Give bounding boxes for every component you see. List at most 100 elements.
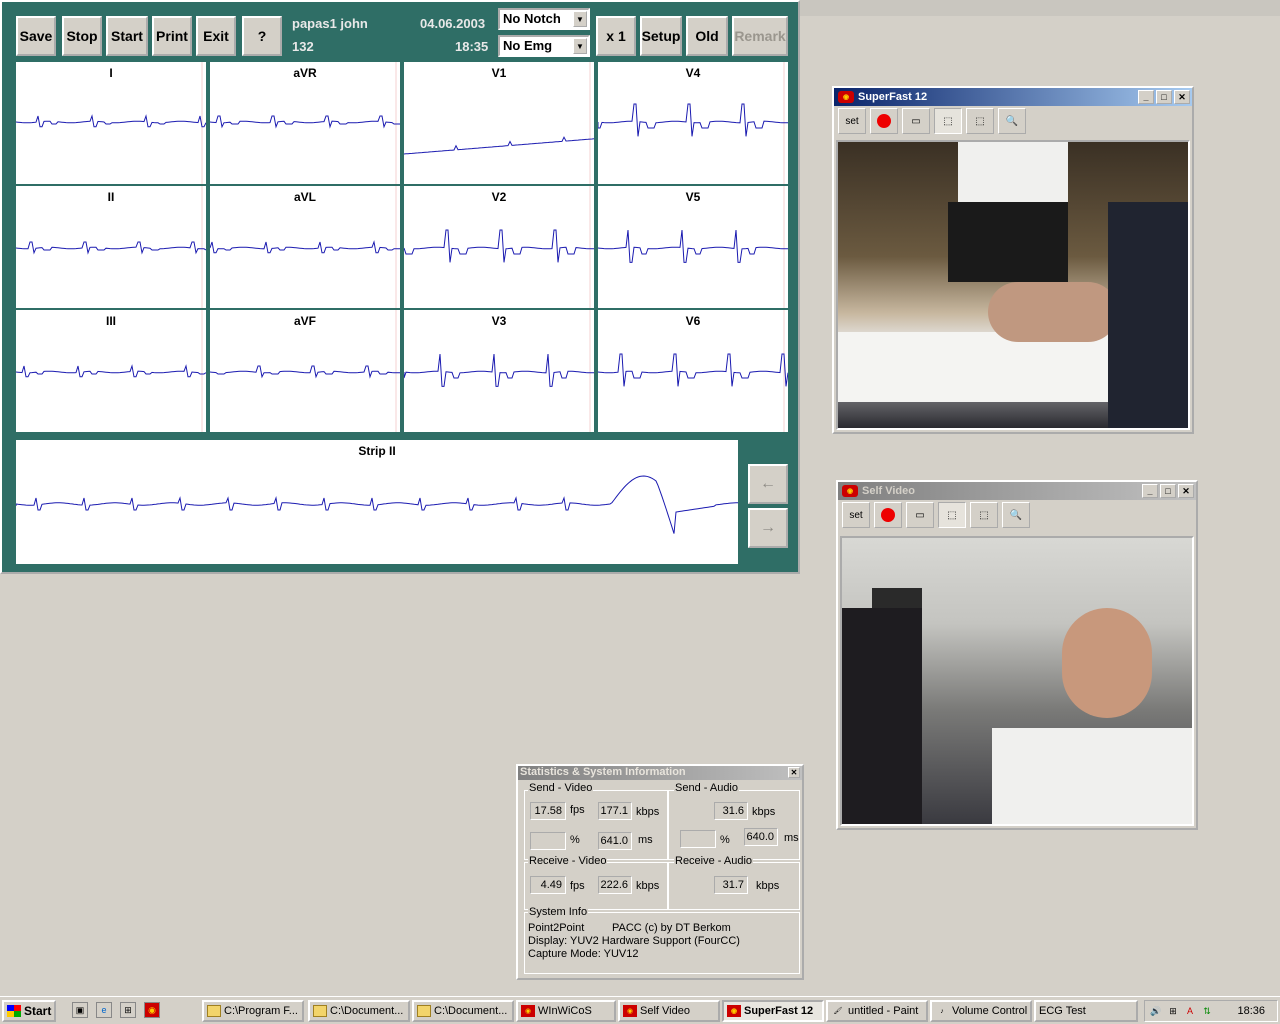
close-icon[interactable]: ✕ <box>1178 484 1194 498</box>
video-patient-head <box>988 282 1118 342</box>
taskbar-button[interactable]: C:\Document... <box>412 1000 514 1022</box>
zoom-out-button[interactable]: ⬚ <box>966 108 994 134</box>
lead-panel-avf: aVF <box>210 310 400 432</box>
chevron-down-icon[interactable]: ▼ <box>573 38 587 54</box>
close-icon[interactable]: ✕ <box>1174 90 1190 104</box>
app-icon[interactable]: ◉ <box>144 1002 160 1018</box>
exit-button[interactable]: Exit <box>196 16 236 56</box>
send-audio-kbps: 31.6 <box>714 802 748 820</box>
network-icon[interactable]: ⊞ <box>120 1002 136 1018</box>
send-audio-label: Send - Audio <box>674 782 739 794</box>
app-icon: ◉ <box>623 1005 637 1017</box>
save-button[interactable]: Save <box>16 16 56 56</box>
video-toolbar: set ▭ ⬚ ⬚ 🔍 <box>834 106 1192 136</box>
gain-button[interactable]: x 1 <box>596 16 636 56</box>
kbps-unit: kbps <box>636 806 660 818</box>
receive-video-kbps: 222.6 <box>598 876 632 894</box>
lead-trace <box>210 186 400 308</box>
actual-size-button[interactable]: 🔍 <box>1002 502 1030 528</box>
zoom-in-button[interactable]: ⬚ <box>938 502 966 528</box>
statistics-titlebar[interactable]: Statistics & System Information ✕ <box>518 766 802 780</box>
notch-filter-select[interactable]: No Notch ▼ <box>498 8 590 30</box>
receive-video-label: Receive - Video <box>528 855 608 867</box>
taskbar: Start ▣ e ⊞ ◉ C:\Program F... C:\Document… <box>0 996 1280 1024</box>
desktop-icon[interactable]: ▣ <box>72 1002 88 1018</box>
notch-value: No Notch <box>503 11 561 26</box>
record-icon <box>877 114 891 128</box>
taskbar-button-label: untitled - Paint <box>848 1005 919 1017</box>
taskbar-button[interactable]: C:\Document... <box>308 1000 410 1022</box>
settings-button[interactable]: set <box>842 502 870 528</box>
send-video-loss <box>530 832 566 850</box>
maximize-icon[interactable]: □ <box>1156 90 1172 104</box>
zoom-out-frame-icon: ⬚ <box>979 509 989 521</box>
settings-button[interactable]: set <box>838 108 866 134</box>
close-icon[interactable]: ✕ <box>788 767 800 778</box>
lead-panel-v6: V6 <box>598 310 788 432</box>
send-video-delay: 641.0 <box>598 832 632 850</box>
emg-filter-select[interactable]: No Emg ▼ <box>498 35 590 57</box>
taskbar-button-label: Self Video <box>640 1005 690 1017</box>
internet-explorer-icon[interactable]: e <box>96 1002 112 1018</box>
acrobat-icon[interactable]: A <box>1183 1004 1197 1018</box>
lead-panel-avr: aVR <box>210 62 400 184</box>
start-button[interactable]: Start <box>106 16 148 56</box>
fps-unit: fps <box>570 804 585 816</box>
start-button[interactable]: Start <box>2 1000 56 1022</box>
window-button[interactable]: ▭ <box>902 108 930 134</box>
remote-video-feed <box>836 140 1190 430</box>
taskbar-button[interactable]: ◉ SuperFast 12 <box>722 1000 824 1022</box>
emg-value: No Emg <box>503 38 553 53</box>
zoom-out-button[interactable]: ⬚ <box>970 502 998 528</box>
setup-button[interactable]: Setup <box>640 16 682 56</box>
rhythm-strip: Strip II <box>16 440 738 564</box>
taskbar-button-label: Volume Control <box>952 1005 1028 1017</box>
desktop-background <box>800 0 1280 16</box>
sync-icon[interactable]: ⇅ <box>1200 1004 1214 1018</box>
previous-arrow-button[interactable]: ← <box>748 464 788 504</box>
taskbar-button[interactable]: ♪ Volume Control <box>930 1000 1032 1022</box>
maximize-icon[interactable]: □ <box>1160 484 1176 498</box>
network-status-icon[interactable]: ⊞ <box>1166 1004 1180 1018</box>
minimize-icon[interactable]: _ <box>1142 484 1158 498</box>
zoom-in-button[interactable]: ⬚ <box>934 108 962 134</box>
taskbar-button-label: SuperFast 12 <box>744 1005 814 1017</box>
magnifier-icon: 🔍 <box>1009 509 1023 521</box>
old-button[interactable]: Old <box>686 16 728 56</box>
stop-button[interactable]: Stop <box>62 16 102 56</box>
help-button[interactable]: ? <box>242 16 282 56</box>
self-video-titlebar[interactable]: ◉ Self Video _ □ ✕ <box>838 482 1196 500</box>
minimize-icon[interactable]: _ <box>1138 90 1154 104</box>
window-icon: ▭ <box>915 509 925 521</box>
superfast-titlebar[interactable]: ◉ SuperFast 12 _ □ ✕ <box>834 88 1192 106</box>
next-arrow-button[interactable]: → <box>748 508 788 548</box>
record-button[interactable] <box>874 502 902 528</box>
lead-panel-v1: V1 <box>404 62 594 184</box>
system-info-label: System Info <box>528 906 589 918</box>
folder-icon <box>207 1005 221 1017</box>
connection-mode: Point2Point <box>528 922 585 934</box>
send-video-kbps: 177.1 <box>598 802 632 820</box>
system-tray: 🔊 ⊞ A ⇅ 18:36 <box>1144 1000 1278 1022</box>
taskbar-button-label: ECG Test <box>1039 1005 1086 1017</box>
taskbar-button[interactable]: ◉ Self Video <box>618 1000 720 1022</box>
taskbar-button[interactable]: C:\Program F... <box>202 1000 304 1022</box>
actual-size-button[interactable]: 🔍 <box>998 108 1026 134</box>
taskbar-button[interactable]: ◉ WInWiCoS <box>516 1000 616 1022</box>
record-button[interactable] <box>870 108 898 134</box>
taskbar-button[interactable]: ECG Test <box>1034 1000 1138 1022</box>
folder-icon <box>313 1005 327 1017</box>
taskbar-button[interactable]: 🖌 untitled - Paint <box>826 1000 928 1022</box>
zoom-in-frame-icon: ⬚ <box>943 115 953 127</box>
zoom-in-frame-icon: ⬚ <box>947 509 957 521</box>
strip-label: Strip II <box>358 444 396 458</box>
record-icon <box>881 508 895 522</box>
print-button[interactable]: Print <box>152 16 192 56</box>
speaker-icon[interactable]: 🔊 <box>1149 1004 1163 1018</box>
remark-button[interactable]: Remark <box>732 16 788 56</box>
volume-icon: ♪ <box>940 1007 944 1015</box>
lead-panel-iii: III <box>16 310 206 432</box>
window-button[interactable]: ▭ <box>906 502 934 528</box>
chevron-down-icon[interactable]: ▼ <box>573 11 587 27</box>
lead-trace <box>16 186 206 308</box>
